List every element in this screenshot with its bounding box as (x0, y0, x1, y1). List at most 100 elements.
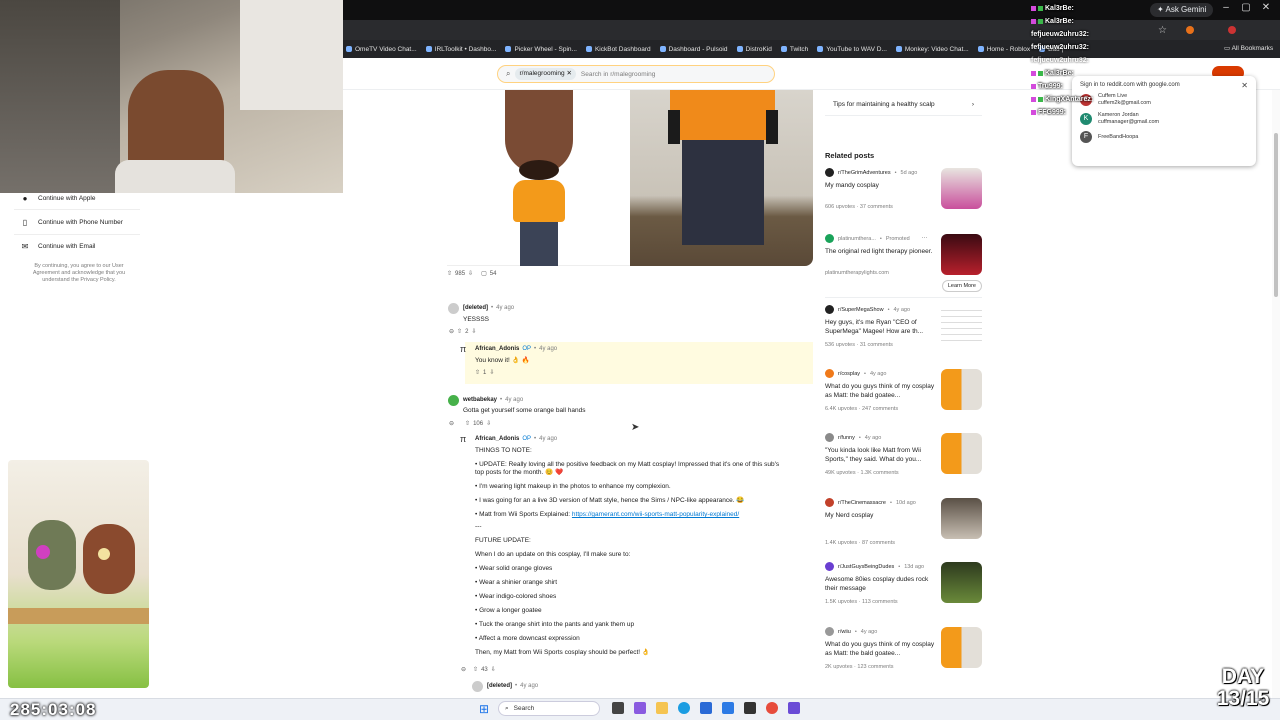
comment-text: YESSSS (463, 316, 490, 323)
related-post-thumbnail (941, 305, 982, 346)
subreddit-icon (825, 627, 834, 636)
file-explorer-icon[interactable] (656, 702, 668, 714)
comment-author[interactable]: African_Adonis (475, 436, 519, 442)
bookmark-item[interactable]: KickBot Dashboard (585, 46, 651, 53)
sidebar-related-link[interactable]: Tips for maintaining a healthy scalp › (825, 94, 982, 116)
comment-line: • I'm wearing light makeup in the photos… (475, 483, 671, 490)
bookmark-item[interactable]: Twitch (780, 46, 808, 53)
related-post[interactable]: r/wiiu • 4y ago What do you guys think of … (825, 627, 982, 689)
collapse-icon[interactable]: ⊖ (449, 328, 454, 335)
related-post[interactable]: r/cosplay • 4y ago What do you guys think … (825, 369, 982, 431)
store-icon[interactable] (700, 702, 712, 714)
google-account-item[interactable]: F FreeBandHoopa (1080, 131, 1248, 143)
subreddit-icon (825, 305, 834, 314)
related-post[interactable]: r/TheCinemassacre • 10d ago My Nerd cospla… (825, 498, 982, 560)
extension-icon[interactable] (1186, 26, 1194, 34)
related-post[interactable]: r/funny • 4y ago "You kinda look like Matt… (825, 433, 982, 495)
maximize-icon[interactable]: ▢ (1238, 2, 1254, 13)
bookmark-item[interactable]: YouTube to WAV D... (817, 46, 887, 53)
bookmark-item[interactable]: Monkey: Video Chat... (895, 46, 969, 53)
search-icon: ⌕ (506, 69, 511, 78)
upvote-icon[interactable]: ⇧ (465, 420, 470, 427)
downvote-icon[interactable]: ⇩ (486, 420, 491, 427)
bookmark-item[interactable]: OmeTV Video Chat... (346, 46, 417, 53)
related-post-thumbnail (941, 433, 982, 474)
google-account-item[interactable]: C Cuffem Live cuffem2k@gmail.com (1080, 93, 1248, 107)
terms-text: By continuing, you agree to our User Agr… (32, 263, 126, 283)
close-window-icon[interactable]: ✕ (1258, 2, 1274, 13)
bench (8, 608, 149, 624)
subreddit-chip[interactable]: r/malegrooming ✕ (515, 68, 576, 80)
continue-email-button[interactable]: ✉ Continue with Email (20, 237, 140, 255)
cosplay-pants (682, 140, 764, 245)
edge-icon[interactable] (678, 702, 690, 714)
gamerant-link[interactable]: https://gamerant.com/wii-sports-matt-pop… (572, 511, 739, 518)
upvote-icon[interactable]: ⇧ (447, 270, 452, 277)
downvote-icon[interactable]: ⇩ (491, 666, 496, 673)
comment-author[interactable]: [deleted] (487, 683, 512, 689)
comment-line: • Wear a shinier orange shirt (475, 579, 557, 586)
upvote-icon[interactable]: ⇧ (475, 369, 480, 376)
comment-line: • Tuck the orange shirt into the pants a… (475, 621, 635, 628)
bookmark-item[interactable]: Picker Wheel - Spin... (505, 46, 577, 53)
upvote-icon[interactable]: ⇧ (473, 666, 478, 673)
subreddit-icon (825, 498, 834, 507)
google-account-item[interactable]: K Kameron Jordan cuffmanager@gmail.com (1080, 112, 1248, 126)
related-post[interactable]: r/SuperMegaShow • 4y ago Hey guys, it's me… (825, 305, 982, 367)
related-posts-header: Related posts (825, 151, 875, 160)
app-icon[interactable] (722, 702, 734, 714)
cosplay-shirt (670, 90, 775, 140)
comment-author[interactable]: [deleted] (463, 305, 488, 311)
more-options-icon[interactable]: ⋯ (922, 236, 928, 242)
bookmark-item[interactable]: DistroKid (736, 46, 772, 53)
profile-avatar-icon[interactable] (1228, 26, 1236, 34)
learn-more-button[interactable]: Learn More (941, 280, 982, 292)
comment-icon[interactable]: ▢ (481, 270, 487, 277)
scrollbar-thumb[interactable] (1274, 133, 1278, 297)
task-view-icon[interactable] (612, 702, 624, 714)
all-bookmarks-button[interactable]: ▭ All Bookmarks (1224, 44, 1273, 52)
avatar[interactable] (448, 303, 459, 314)
bookmark-item[interactable]: Dashboard - Pulsoid (659, 46, 728, 53)
google-popup-title: Sign in to reddit.com with google.com (1080, 82, 1180, 88)
app-icon[interactable] (788, 702, 800, 714)
ask-gemini-button[interactable]: ✦ Ask Gemini (1150, 3, 1214, 17)
bookmark-item[interactable]: IRLToolkit • Dashbo... (425, 46, 496, 53)
taskbar-search[interactable]: ⌕ Search (498, 701, 600, 716)
collapse-icon[interactable]: ⊖ (461, 666, 466, 673)
close-icon[interactable]: ✕ (1241, 81, 1248, 90)
comment-line: Then, my Matt from Wii Sports cosplay sh… (475, 649, 650, 656)
related-post[interactable]: r/JustGuysBeingDudes • 13d ago Awesome 80i… (825, 562, 982, 624)
continue-apple-button[interactable]: ● Continue with Apple (20, 189, 140, 207)
promoted-post[interactable]: platinumthera... • Promoted ⋯ The original … (825, 234, 982, 296)
post-image-mii[interactable] (447, 90, 630, 266)
app-icon[interactable] (744, 702, 756, 714)
creature-1 (28, 520, 76, 590)
chrome-icon[interactable] (766, 702, 778, 714)
post-image-cosplay[interactable] (630, 90, 813, 266)
bookmark-star-icon[interactable]: ☆ (1158, 25, 1167, 36)
bookmark-item[interactable]: Home - Roblox (977, 46, 1030, 53)
creature-1-eye (36, 545, 50, 559)
related-post-title: What do you guys think of my cosplay as … (825, 641, 935, 657)
continue-phone-button[interactable]: ▯ Continue with Phone Number (20, 213, 140, 231)
collapse-icon[interactable]: ⊖ (449, 420, 454, 427)
subreddit-icon (825, 168, 834, 177)
downvote-icon[interactable]: ⇩ (468, 270, 473, 277)
comment-author[interactable]: African_Adonis (475, 346, 519, 352)
related-post[interactable]: r/TheGrimAdventures • 5d ago My mandy cosp… (825, 168, 982, 230)
comment-header: wetbabekay • 4y ago (463, 397, 524, 403)
minimize-icon[interactable]: – (1218, 2, 1234, 13)
app-icon[interactable] (634, 702, 646, 714)
avatar[interactable] (448, 395, 459, 406)
subreddit-icon (825, 433, 834, 442)
comment-line: • Wear solid orange gloves (475, 565, 553, 572)
avatar[interactable] (472, 681, 483, 692)
search-input[interactable]: ⌕ r/malegrooming ✕ Search in r/malegroom… (497, 65, 775, 83)
downvote-icon[interactable]: ⇩ (471, 328, 476, 335)
upvote-icon[interactable]: ⇧ (457, 328, 462, 335)
downvote-icon[interactable]: ⇩ (489, 369, 494, 376)
post-comment-count: 54 (489, 270, 497, 277)
windows-start-icon[interactable]: ⊞ (479, 702, 489, 716)
comment-author[interactable]: wetbabekay (463, 397, 497, 403)
